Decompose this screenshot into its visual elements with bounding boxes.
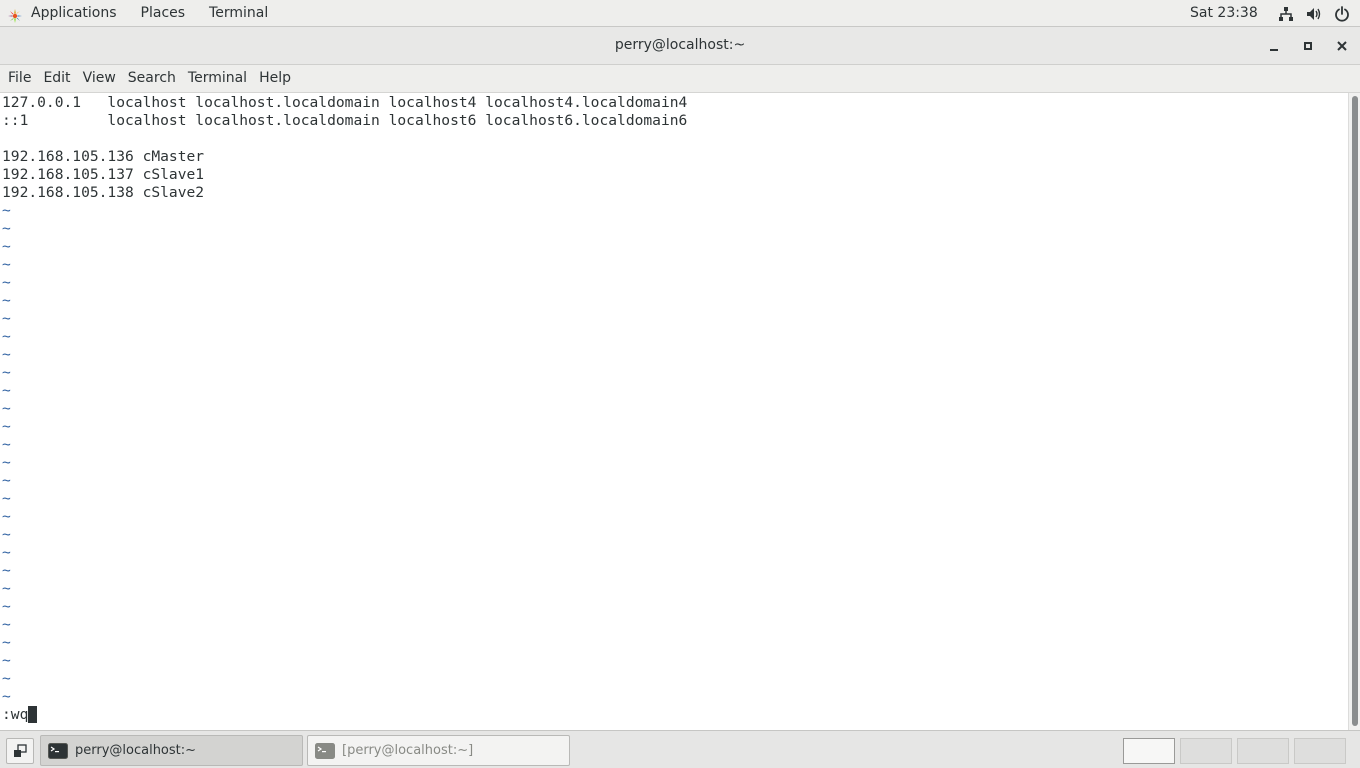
vim-tilde-line: ~	[2, 364, 11, 381]
menu-edit[interactable]: Edit	[37, 65, 76, 93]
gnome-foot-icon	[8, 6, 22, 23]
vim-tilde-line: ~	[2, 292, 11, 309]
vim-tilde-line: ~	[2, 490, 11, 507]
terminal-line: ::1 localhost localhost.localdomain loca…	[2, 112, 688, 129]
places-menu[interactable]: Places	[129, 0, 198, 27]
vim-tilde-line: ~	[2, 436, 11, 453]
vim-command-line[interactable]: :wq	[2, 706, 38, 724]
vim-tilde-line: ~	[2, 238, 11, 255]
vim-tilde-line: ~	[2, 670, 11, 687]
vim-tilde-line: ~	[2, 454, 11, 471]
system-tray[interactable]	[1278, 0, 1350, 27]
menu-terminal[interactable]: Terminal	[182, 65, 253, 93]
vim-tilde-line: ~	[2, 310, 11, 327]
vim-tilde-line: ~	[2, 418, 11, 435]
terminal-screen[interactable]: 127.0.0.1 localhost localhost.localdomai…	[0, 93, 1348, 730]
minimize-button[interactable]	[1264, 36, 1284, 56]
vim-tilde-line: ~	[2, 220, 11, 237]
window-titlebar[interactable]: perry@localhost:~	[0, 27, 1360, 65]
power-icon[interactable]	[1334, 5, 1350, 22]
vim-tilde-line: ~	[2, 328, 11, 345]
menu-file[interactable]: File	[2, 65, 37, 93]
bottom-taskbar: perry@localhost:~ [perry@localhost:~]	[0, 730, 1360, 768]
show-desktop-button[interactable]	[6, 738, 34, 764]
taskbar-window-terminal-active[interactable]: perry@localhost:~	[40, 735, 303, 766]
vim-tilde-line: ~	[2, 202, 11, 219]
terminal-line: 192.168.105.138 cSlave2	[2, 184, 205, 201]
vim-tilde-line: ~	[2, 598, 11, 615]
volume-icon[interactable]	[1306, 6, 1322, 22]
vim-tilde-line: ~	[2, 526, 11, 543]
window-title: perry@localhost:~	[614, 37, 746, 53]
vim-tilde-line: ~	[2, 508, 11, 525]
close-button[interactable]	[1332, 36, 1352, 56]
minimize-icon	[1270, 49, 1278, 51]
vim-tilde-line: ~	[2, 562, 11, 579]
close-icon	[1337, 41, 1347, 51]
terminal-icon	[315, 742, 335, 759]
terminal-icon	[48, 742, 68, 759]
vim-tilde-line: ~	[2, 634, 11, 651]
vim-tilde-line: ~	[2, 256, 11, 273]
workspace-3[interactable]	[1237, 738, 1289, 764]
vim-tilde-line: ~	[2, 274, 11, 291]
text-cursor	[28, 706, 38, 723]
vim-tilde-line: ~	[2, 580, 11, 597]
vim-tilde-line: ~	[2, 616, 11, 633]
vim-tilde-line: ~	[2, 346, 11, 363]
terminal-scrollbar[interactable]	[1348, 93, 1360, 730]
maximize-icon	[1304, 42, 1312, 50]
menu-help[interactable]: Help	[253, 65, 297, 93]
vim-tilde-line: ~	[2, 652, 11, 669]
vim-tilde-line: ~	[2, 544, 11, 561]
workspace-4[interactable]	[1294, 738, 1346, 764]
workspace-2[interactable]	[1180, 738, 1232, 764]
task-label: [perry@localhost:~]	[342, 743, 474, 758]
applications-label: Applications	[31, 5, 117, 21]
terminal-line: 127.0.0.1 localhost localhost.localdomai…	[2, 94, 688, 111]
terminal-app-menu[interactable]: Terminal	[197, 0, 280, 27]
scrollbar-thumb[interactable]	[1352, 96, 1358, 726]
vim-tilde-line: ~	[2, 688, 11, 705]
taskbar-window-terminal-inactive[interactable]: [perry@localhost:~]	[307, 735, 570, 766]
vim-tilde-line: ~	[2, 382, 11, 399]
top-panel: Applications Places Terminal Sat 23:38	[0, 0, 1360, 27]
terminal-menubar: File Edit View Search Terminal Help	[0, 65, 1360, 93]
task-label: perry@localhost:~	[75, 743, 197, 758]
vim-command: :wq	[2, 706, 29, 723]
clock[interactable]: Sat 23:38	[1190, 0, 1258, 27]
network-icon[interactable]	[1278, 6, 1294, 22]
applications-menu[interactable]: Applications	[0, 0, 129, 27]
terminal-line: 192.168.105.137 cSlave1	[2, 166, 205, 183]
menu-search[interactable]: Search	[122, 65, 182, 93]
vim-tilde-line: ~	[2, 472, 11, 489]
menu-view[interactable]: View	[77, 65, 122, 93]
maximize-button[interactable]	[1298, 36, 1318, 56]
terminal-line: 192.168.105.136 cMaster	[2, 148, 205, 165]
show-desktop-icon	[14, 744, 27, 757]
vim-tilde-line: ~	[2, 400, 11, 417]
workspace-1[interactable]	[1123, 738, 1175, 764]
